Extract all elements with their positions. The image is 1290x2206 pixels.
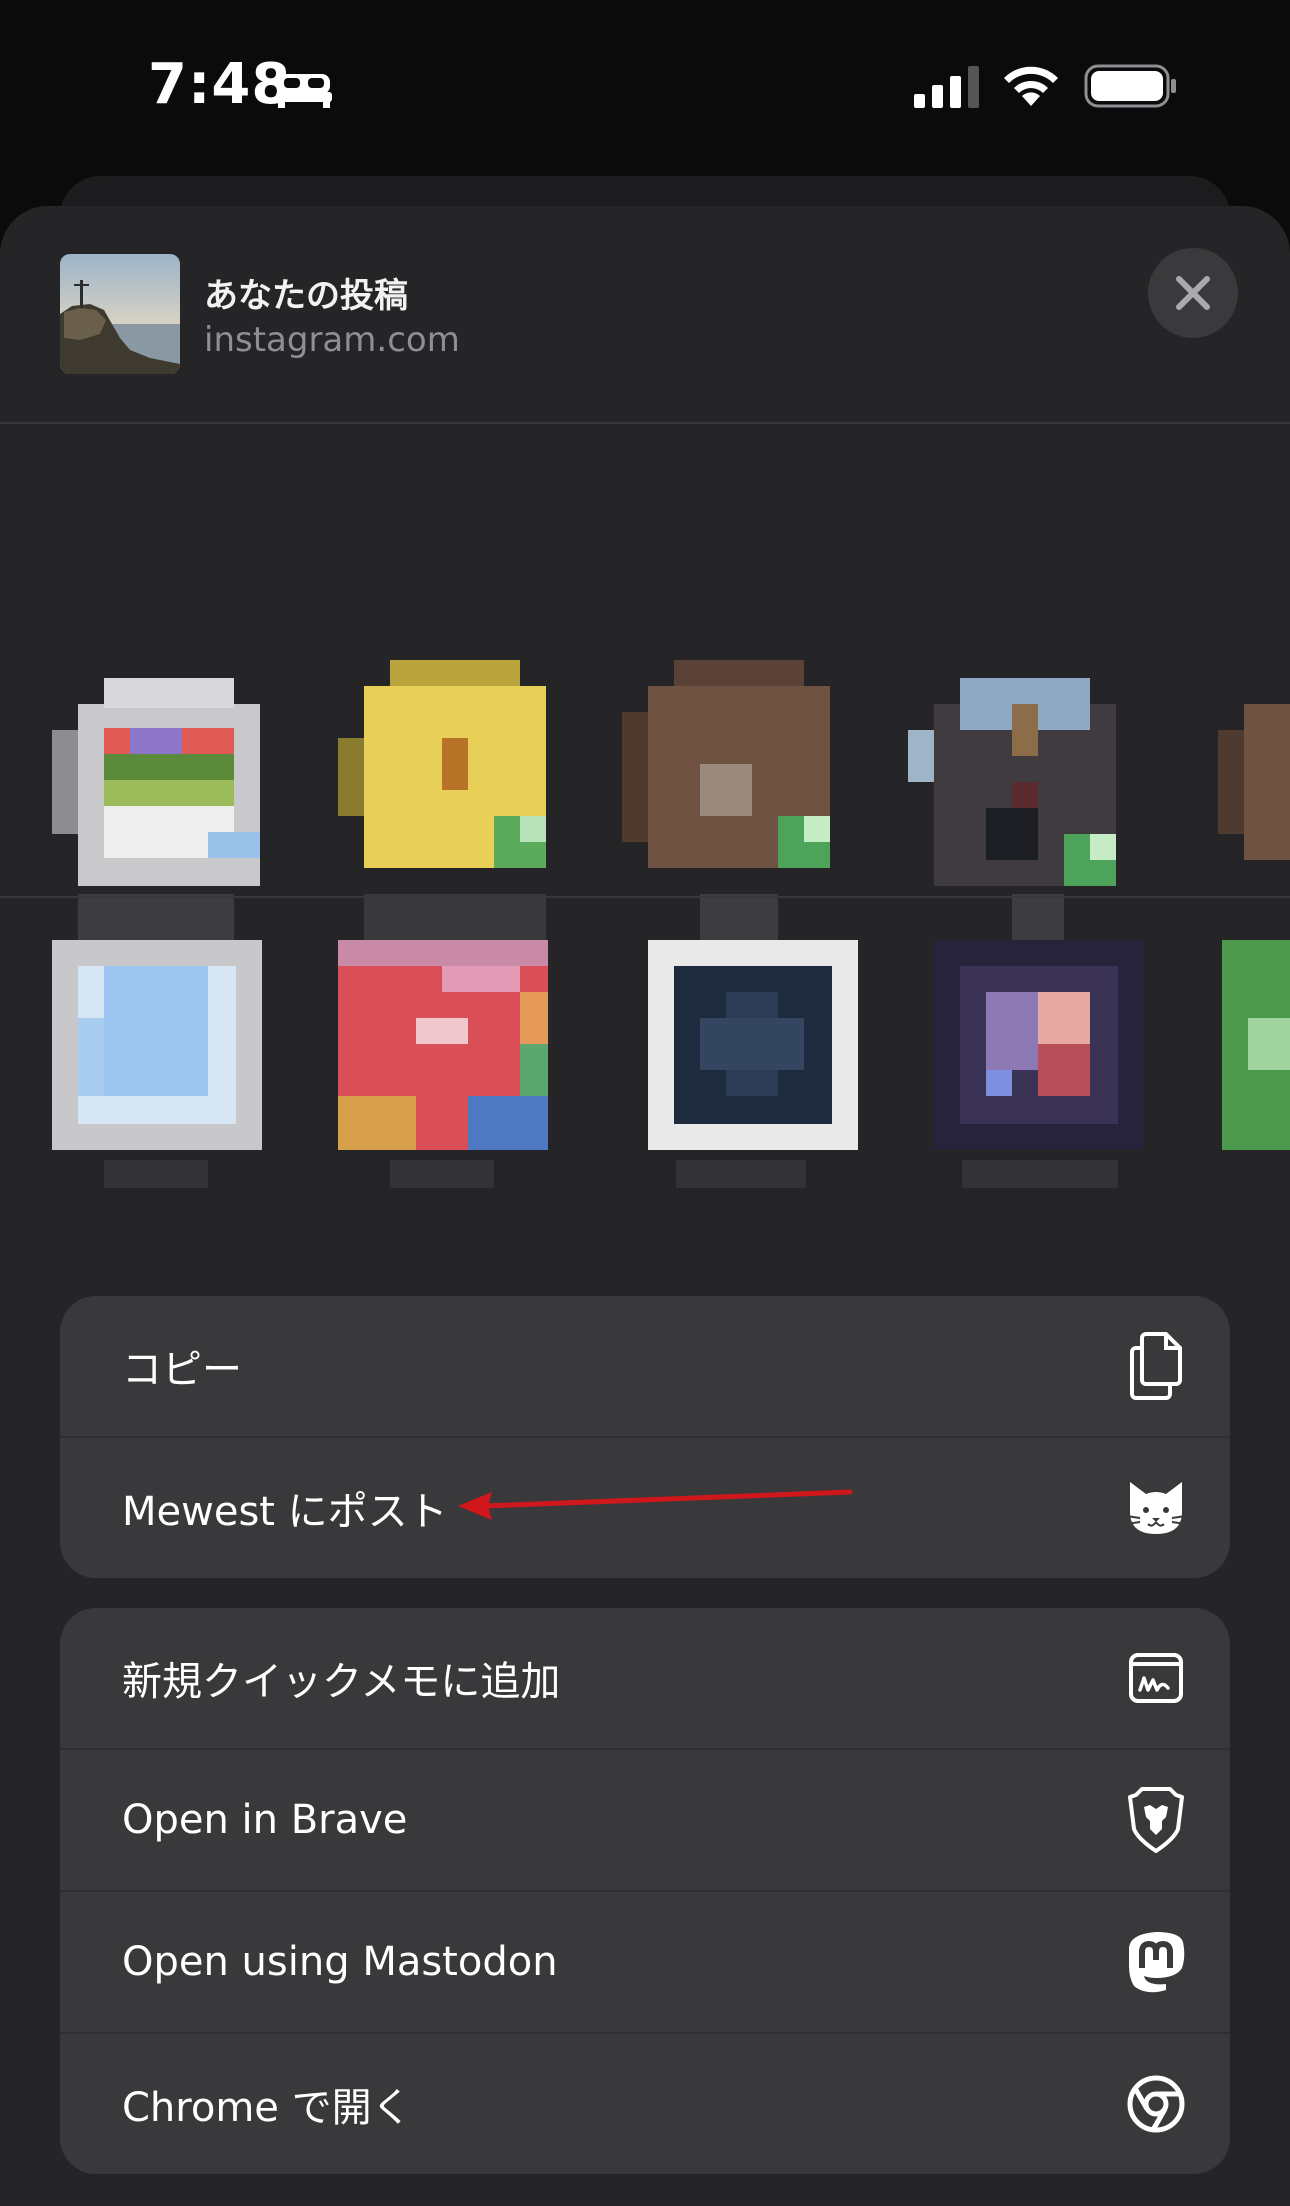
bed-icon [276, 74, 332, 108]
cellular-signal-icon [914, 66, 979, 108]
annotation-arrow [458, 1489, 853, 1520]
status-bar: 7:48 [0, 0, 1290, 180]
status-time: 7:48 [148, 52, 292, 117]
share-sheet: あなたの投稿 instagram.com コピー Mewest にポスト 新規ク… [0, 206, 1290, 2206]
battery-icon [1084, 64, 1176, 108]
wifi-icon [1004, 66, 1058, 106]
